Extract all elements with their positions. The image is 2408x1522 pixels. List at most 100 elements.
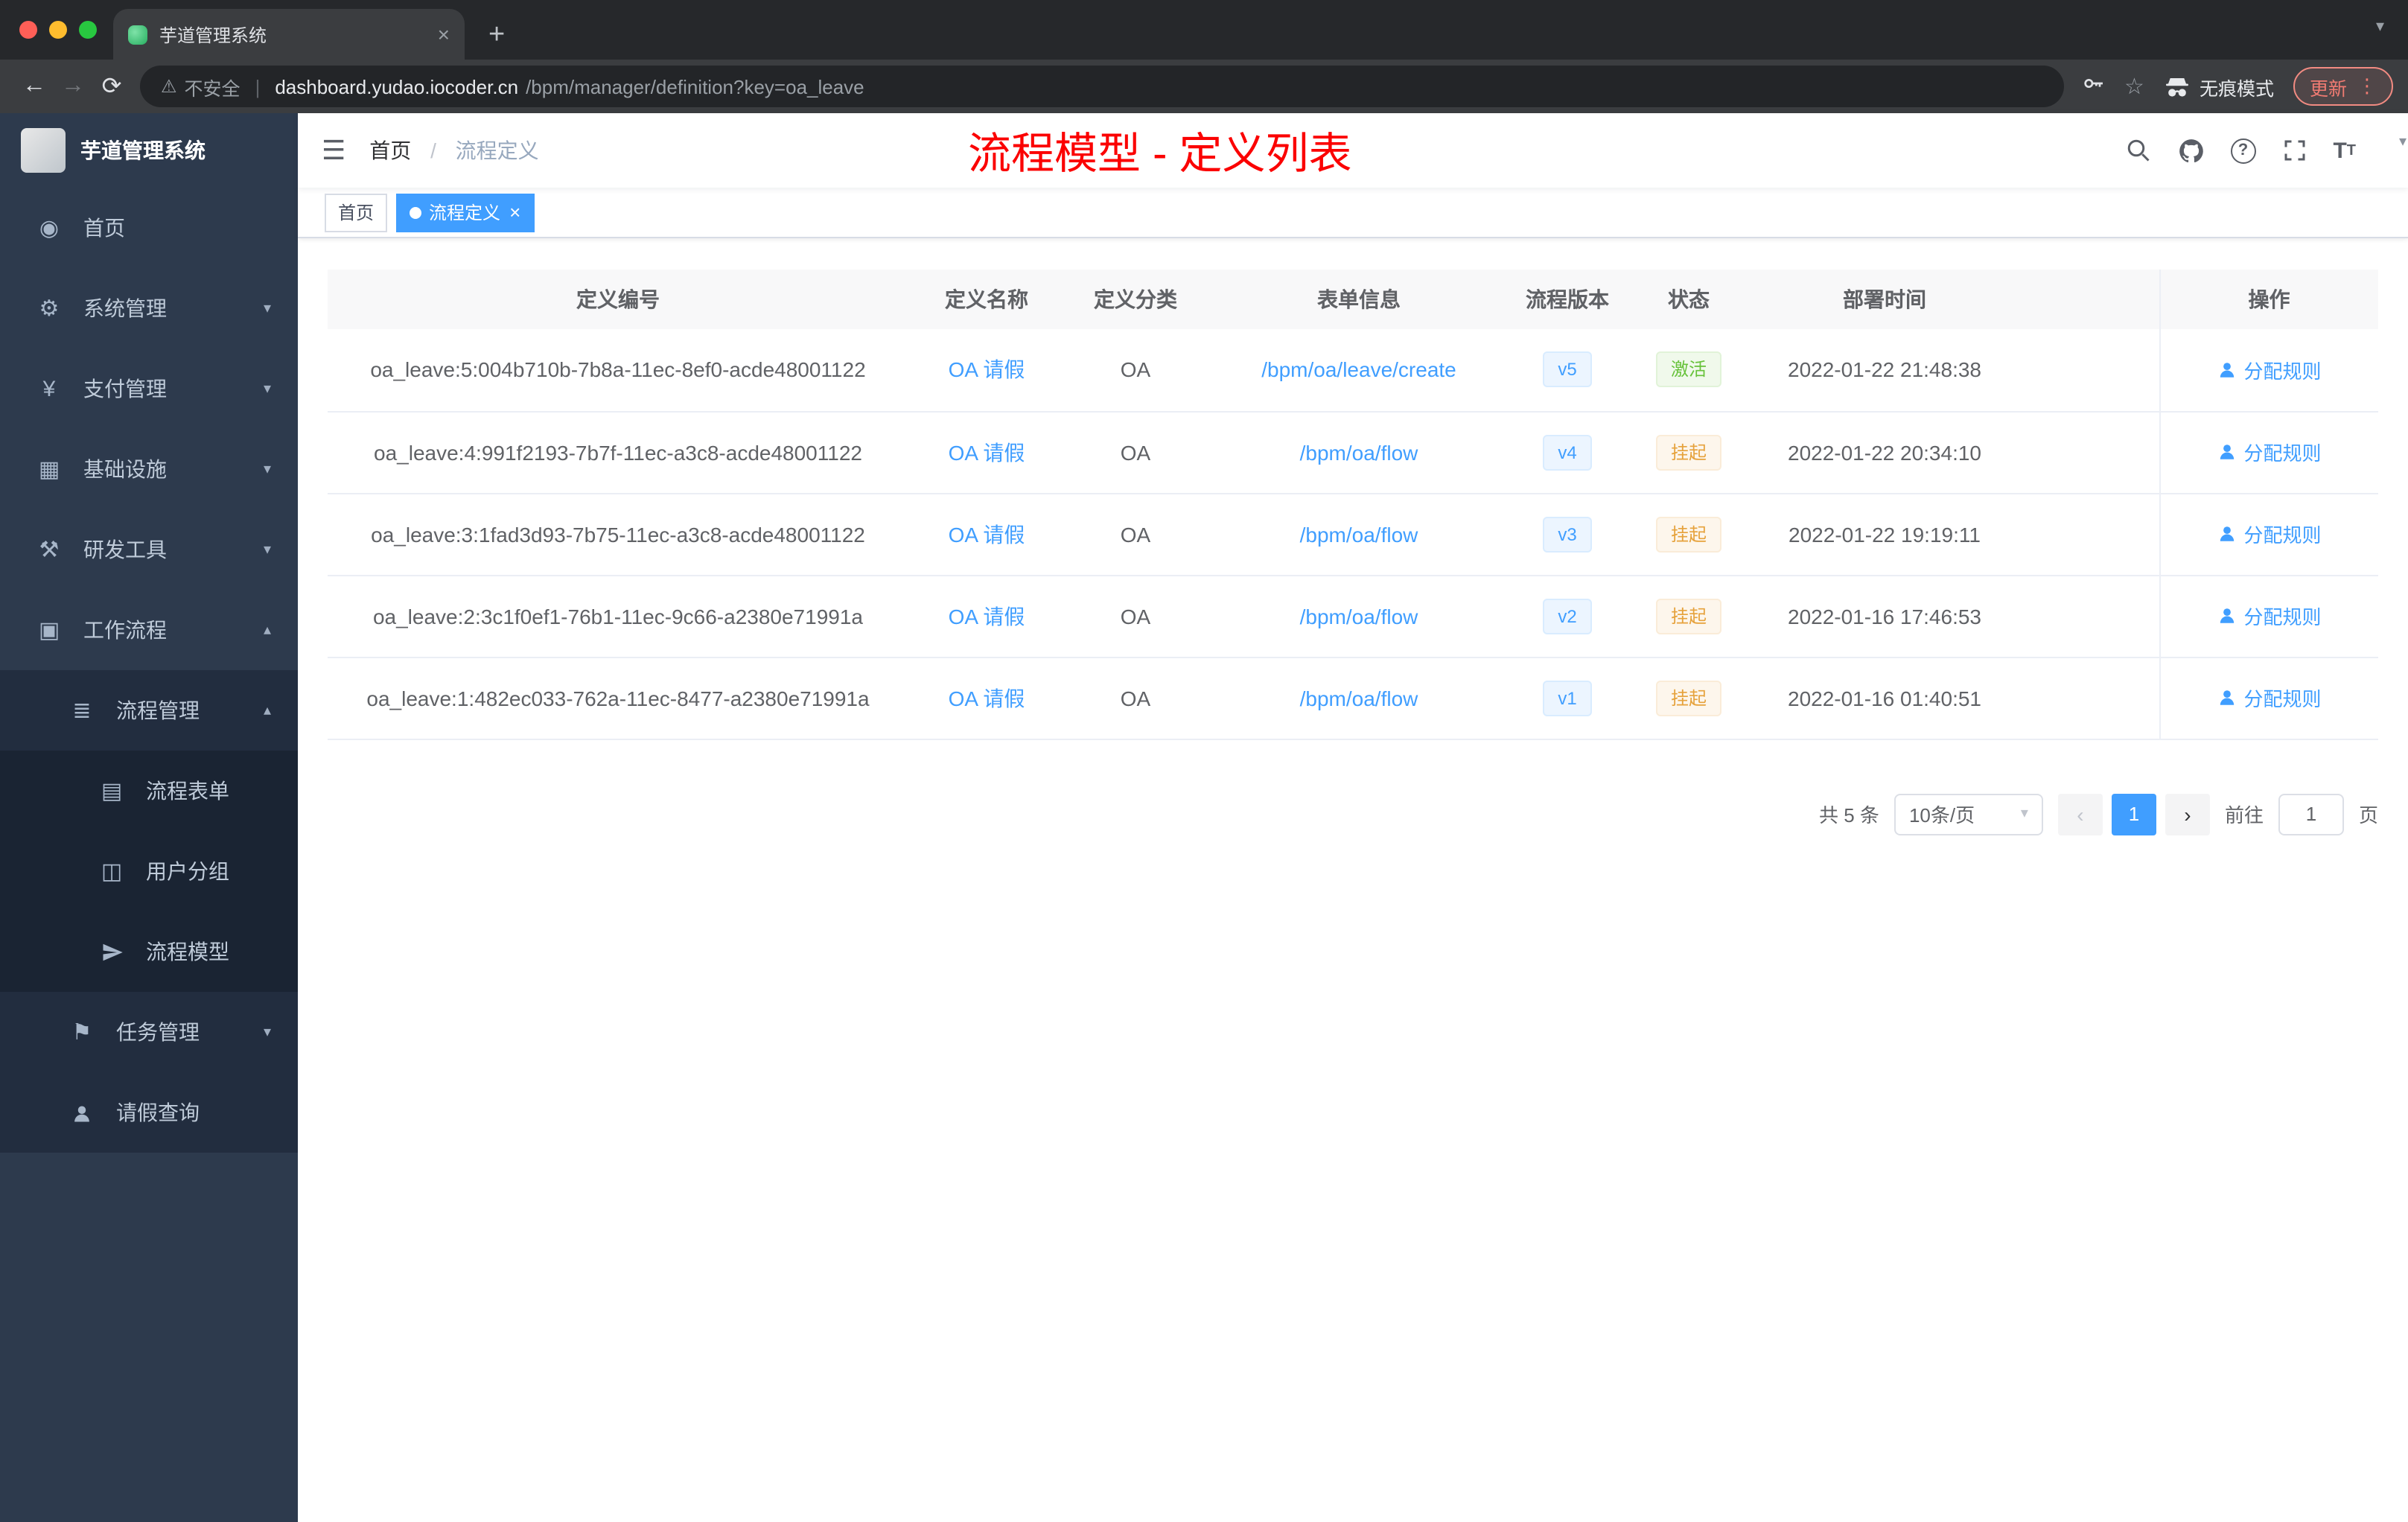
form-link[interactable]: /bpm/oa/flow [1300,440,1418,464]
url-host: dashboard.yudao.iocoder.cn [275,75,519,98]
user-icon [66,1100,98,1125]
version-badge: v2 [1543,598,1592,634]
sidebar-item-payment[interactable]: ¥ 支付管理 ▾ [0,348,298,429]
col-status: 状态 [1623,270,1754,329]
traffic-lights [0,21,97,39]
bookmark-star-icon[interactable]: ☆ [2124,73,2144,100]
sidebar-item-home[interactable]: ◉ 首页 [0,188,298,268]
deploy-time: 2022-01-16 17:46:53 [1754,575,2015,657]
chevron-down-icon: ▾ [2020,806,2028,822]
infrastructure-icon: ▦ [38,457,60,483]
pagination: 共 5 条 10条/页 ▾ ‹ 1 › 前往 页 [328,793,2378,835]
page-unit-label: 页 [2358,804,2378,827]
tags-view: 首页 流程定义 × [298,188,2408,238]
sidebar-item-devtools[interactable]: ⚒ 研发工具 ▾ [0,509,298,590]
assign-rule-link[interactable]: 分配规则 [2217,520,2322,548]
col-definition-id: 定义编号 [328,270,908,329]
fullscreen-icon[interactable] [2281,137,2307,164]
form-link[interactable]: /bpm/oa/leave/create [1261,358,1456,382]
assign-rule-link[interactable]: 分配规则 [2217,602,2322,630]
window-close-button[interactable] [19,21,37,39]
definition-name-link[interactable]: OA 请假 [949,358,1025,382]
deploy-time: 2022-01-22 20:34:10 [1754,411,2015,494]
page-number-button[interactable]: 1 [2111,793,2156,835]
sidebar-item-process-form[interactable]: ▤ 流程表单 [0,751,298,831]
definition-name-link[interactable]: OA 请假 [949,686,1025,710]
tab-close-icon[interactable]: × [438,22,450,46]
col-definition-category: 定义分类 [1065,270,1206,329]
close-icon[interactable]: × [509,203,520,222]
definition-id: oa_leave:4:991f2193-7b7f-11ec-a3c8-acde4… [328,411,908,494]
definition-table: 定义编号 定义名称 定义分类 表单信息 流程版本 状态 部署时间 操作 oa_l… [328,270,2378,739]
warning-icon: ⚠ [161,76,177,97]
sidebar-item-task-management[interactable]: ⚑ 任务管理 ▾ [0,992,298,1072]
assign-rule-link[interactable]: 分配规则 [2217,438,2322,466]
sidebar-item-system[interactable]: ⚙ 系统管理 ▾ [0,268,298,348]
forward-button[interactable]: → [54,73,92,100]
new-tab-button[interactable]: + [488,20,505,51]
address-bar[interactable]: ⚠ 不安全 | dashboard.yudao.iocoder.cn /bpm/… [140,66,2064,107]
table-header-row: 定义编号 定义名称 定义分类 表单信息 流程版本 状态 部署时间 操作 [328,270,2378,329]
window-zoom-button[interactable] [79,21,97,39]
menu-dots-icon[interactable]: ⋮ [2357,74,2377,98]
pager: ‹ 1 › [2057,793,2210,835]
sidebar-item-leave-query[interactable]: 请假查询 [0,1072,298,1153]
logo-title: 芋道管理系统 [80,138,206,162]
form-link[interactable]: /bpm/oa/flow [1300,686,1418,710]
navbar-actions: ? TT ▾ [2124,134,2408,165]
sidebar-item-user-group[interactable]: ◫ 用户分组 [0,831,298,911]
back-button[interactable]: ← [15,73,54,100]
tag-home[interactable]: 首页 [325,193,388,232]
filler-cell [2015,411,2159,494]
definition-id: oa_leave:2:3c1f0ef1-76b1-11ec-9c66-a2380… [328,575,908,657]
browser-tab[interactable]: 芋道管理系统 × [113,9,465,60]
table-row: oa_leave:4:991f2193-7b7f-11ec-a3c8-acde4… [328,411,2378,494]
browser-update-button[interactable]: 更新 ⋮ [2293,67,2393,106]
search-icon[interactable] [2124,137,2151,164]
definition-name-link[interactable]: OA 请假 [949,522,1025,546]
table-row: oa_leave:5:004b710b-7b8a-11ec-8ef0-acde4… [328,329,2378,412]
sidebar-item-process-model[interactable]: 流程模型 [0,911,298,992]
form-link[interactable]: /bpm/oa/flow [1300,604,1418,628]
tab-search-icon[interactable]: ▾ [2376,16,2384,36]
definition-id: oa_leave:1:482ec033-762a-11ec-8477-a2380… [328,657,908,739]
definition-name-link[interactable]: OA 请假 [949,440,1025,464]
breadcrumb-home[interactable]: 首页 [369,138,411,162]
security-label[interactable]: 不安全 [185,72,241,101]
chevron-up-icon: ▴ [263,702,271,719]
task-flag-icon: ⚑ [71,1020,92,1045]
key-icon[interactable] [2081,71,2105,102]
hamburger-icon[interactable]: ☰ [298,135,369,166]
breadcrumb-current: 流程定义 [455,138,539,162]
sidebar-logo[interactable]: 芋道管理系统 [0,113,298,188]
sidebar-item-workflow[interactable]: ▣ 工作流程 ▴ [0,590,298,670]
next-page-button[interactable]: › [2165,793,2210,835]
github-icon[interactable] [2176,136,2205,165]
col-process-version: 流程版本 [1512,270,1623,329]
definition-category: OA [1065,329,1206,412]
sidebar-item-infrastructure[interactable]: ▦ 基础设施 ▾ [0,429,298,509]
chevron-down-icon[interactable]: ▾ [2399,134,2407,150]
sidebar-item-process-management[interactable]: ≣ 流程管理 ▴ [0,670,298,751]
tag-process-definition[interactable]: 流程定义 × [396,193,535,232]
paper-plane-icon [95,939,128,964]
goto-page-input[interactable] [2278,793,2344,835]
screen: 芋道管理系统 × + ▾ ← → ⟳ ⚠ 不安全 | dashboard.yud… [0,0,2408,1522]
chevron-down-icon: ▾ [263,461,271,477]
prev-page-button[interactable]: ‹ [2057,793,2103,835]
page-size-select[interactable]: 10条/页 ▾ [1893,793,2043,835]
user-icon [2220,362,2234,378]
toolbar-right: ☆ 无痕模式 更新 ⋮ [2081,67,2393,106]
status-badge: 挂起 [1655,598,1721,634]
reload-button[interactable]: ⟳ [92,71,131,101]
table-row: oa_leave:3:1fad3d93-7b75-11ec-a3c8-acde4… [328,493,2378,576]
definition-name-link[interactable]: OA 请假 [949,604,1025,628]
assign-rule-link[interactable]: 分配规则 [2217,684,2322,712]
assign-rule-link[interactable]: 分配规则 [2217,356,2322,384]
window-minimize-button[interactable] [49,21,67,39]
font-size-icon[interactable]: TT [2333,138,2356,163]
deploy-time: 2022-01-22 19:19:11 [1754,493,2015,576]
filler-cell [2015,657,2159,739]
help-icon[interactable]: ? [2230,138,2256,163]
form-link[interactable]: /bpm/oa/flow [1300,522,1418,546]
